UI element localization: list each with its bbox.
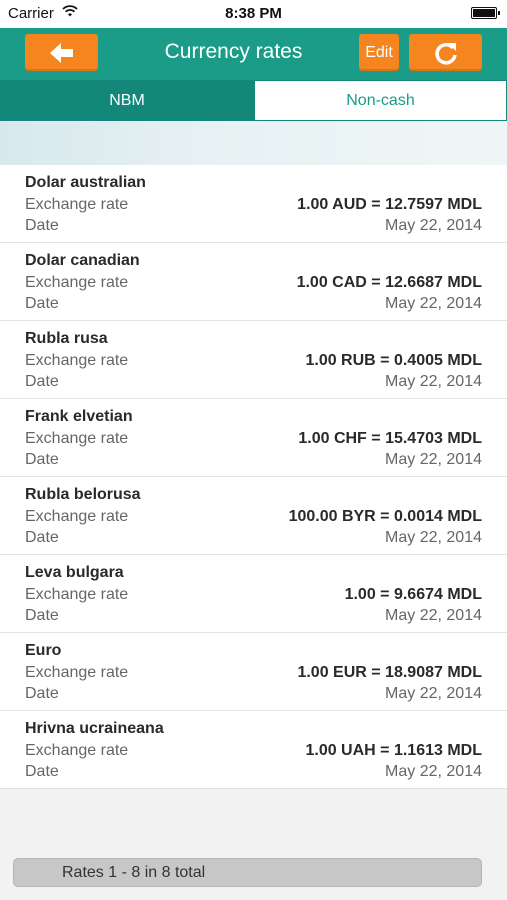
battery-icon [471, 7, 500, 19]
exchange-rate-value: 1.00 AUD = 12.7597 MDL [297, 196, 482, 213]
list-item[interactable]: Hrivna ucraineana Exchange rate 1.00 UAH… [0, 711, 507, 789]
currency-name: Hrivna ucraineana [25, 720, 164, 737]
date-value: May 22, 2014 [385, 607, 482, 624]
date-value: May 22, 2014 [385, 295, 482, 312]
status-bar: Carrier 8:38 PM [0, 0, 507, 28]
list-item[interactable]: Rubla rusa Exchange rate 1.00 RUB = 0.40… [0, 321, 507, 399]
date-label: Date [25, 685, 59, 702]
currency-name: Rubla rusa [25, 330, 108, 347]
date-value: May 22, 2014 [385, 763, 482, 780]
tab-nbm[interactable]: NBM [0, 80, 254, 121]
back-button[interactable] [25, 34, 98, 71]
date-value: May 22, 2014 [385, 373, 482, 390]
currency-name: Leva bulgara [25, 564, 124, 581]
exchange-rate-label: Exchange rate [25, 274, 129, 291]
date-label: Date [25, 763, 59, 780]
pagination-summary: Rates 1 - 8 in 8 total [13, 858, 482, 887]
currency-name: Rubla belorusa [25, 486, 141, 503]
exchange-rate-label: Exchange rate [25, 664, 129, 681]
list-item[interactable]: Leva bulgara Exchange rate 1.00 = 9.6674… [0, 555, 507, 633]
exchange-rate-value: 1.00 CHF = 15.4703 MDL [298, 430, 482, 447]
exchange-rate-label: Exchange rate [25, 196, 129, 213]
currency-name: Dolar australian [25, 174, 146, 191]
exchange-rate-label: Exchange rate [25, 586, 129, 603]
currency-name: Euro [25, 642, 62, 659]
arrow-left-icon [49, 42, 73, 63]
date-label: Date [25, 529, 59, 546]
date-label: Date [25, 607, 59, 624]
list-item[interactable]: Dolar australian Exchange rate 1.00 AUD … [0, 165, 507, 243]
exchange-rate-label: Exchange rate [25, 430, 129, 447]
status-time: 8:38 PM [225, 5, 282, 22]
exchange-rate-value: 1.00 CAD = 12.6687 MDL [296, 274, 482, 291]
exchange-rate-value: 100.00 BYR = 0.0014 MDL [288, 508, 482, 525]
date-label: Date [25, 295, 59, 312]
date-label: Date [25, 217, 59, 234]
date-label: Date [25, 451, 59, 468]
exchange-rate-label: Exchange rate [25, 742, 129, 759]
banner [0, 121, 507, 165]
currency-name: Dolar canadian [25, 252, 140, 269]
date-value: May 22, 2014 [385, 685, 482, 702]
exchange-rate-value: 1.00 EUR = 18.9087 MDL [297, 664, 482, 681]
tab-bar: NBM Non-cash [0, 80, 507, 121]
date-value: May 22, 2014 [385, 217, 482, 234]
refresh-button[interactable] [409, 34, 482, 71]
page-title: Currency rates [164, 40, 303, 63]
currency-name: Frank elvetian [25, 408, 133, 425]
tab-non-cash[interactable]: Non-cash [254, 80, 507, 121]
list-item[interactable]: Euro Exchange rate 1.00 EUR = 18.9087 MD… [0, 633, 507, 711]
rates-list[interactable]: Dolar australian Exchange rate 1.00 AUD … [0, 165, 507, 789]
refresh-icon [434, 42, 457, 64]
list-item[interactable]: Rubla belorusa Exchange rate 100.00 BYR … [0, 477, 507, 555]
date-value: May 22, 2014 [385, 529, 482, 546]
exchange-rate-label: Exchange rate [25, 508, 129, 525]
exchange-rate-value: 1.00 = 9.6674 MDL [344, 586, 482, 603]
exchange-rate-label: Exchange rate [25, 352, 129, 369]
exchange-rate-value: 1.00 RUB = 0.4005 MDL [305, 352, 482, 369]
exchange-rate-value: 1.00 UAH = 1.1613 MDL [305, 742, 482, 759]
list-item[interactable]: Frank elvetian Exchange rate 1.00 CHF = … [0, 399, 507, 477]
date-value: May 22, 2014 [385, 451, 482, 468]
pagination-text: Rates 1 - 8 in 8 total [62, 864, 206, 881]
edit-button[interactable]: Edit [359, 34, 399, 71]
nav-bar: Currency rates Edit [0, 28, 507, 80]
list-item[interactable]: Dolar canadian Exchange rate 1.00 CAD = … [0, 243, 507, 321]
date-label: Date [25, 373, 59, 390]
